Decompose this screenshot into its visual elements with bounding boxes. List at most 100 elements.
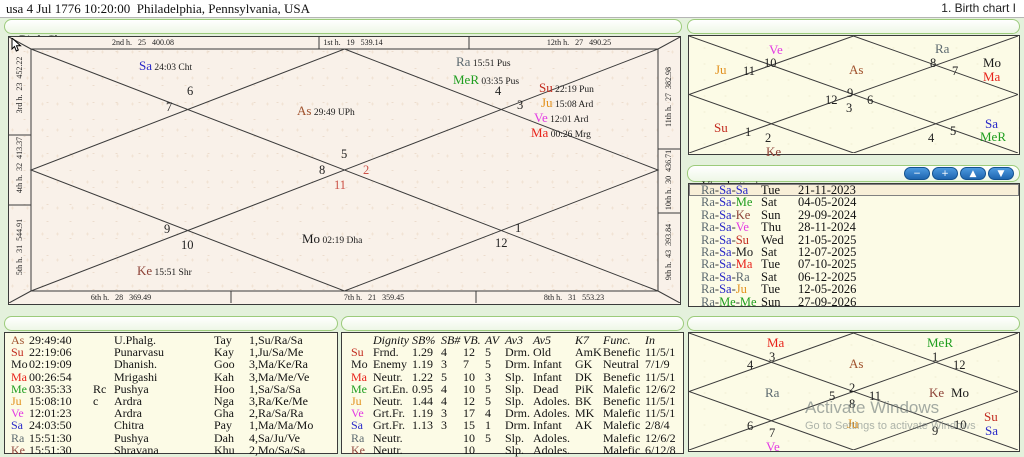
strength-cell: 3: [485, 369, 491, 384]
planet-abbr: Ra: [456, 54, 471, 69]
strength-cell: 6/12/8: [645, 442, 676, 457]
planet-cell: 3,Ma/Ke/Ra: [249, 357, 308, 372]
planet-cell: Pay: [214, 418, 232, 433]
planet-cell: Mo: [11, 357, 28, 372]
planet-row: Ra 15:51:30 Pushya Dah 4,Sa/Ju/Ve: [5, 431, 337, 443]
dasha-row[interactable]: Ra-Me-Me Sun 27-09-2026: [689, 294, 1019, 309]
house-number: 12: [953, 358, 966, 372]
strength-cell: 5: [485, 357, 491, 372]
house-number: 7: [769, 426, 776, 440]
planet-cell: 3,Ma/Me/Ve: [249, 369, 310, 384]
edge-label-top: 12th h. 27 490.25: [546, 38, 612, 47]
strength-cell: Neutr.: [373, 369, 403, 384]
planet-abbr: Ke: [137, 263, 153, 278]
vimshottari-dasha-list[interactable]: Ra-Sa-Sa Tue 21-11-2023 Ra-Sa-Me Sat 04-05-20…: [688, 183, 1020, 309]
planet-label-ma: Ma: [767, 336, 784, 349]
planet-abbr: As: [297, 103, 312, 118]
planet-label-ke: Ke: [766, 145, 781, 158]
edge-label-top: 2nd h. 25 400.08: [112, 38, 174, 47]
house-number: 9: [847, 86, 854, 100]
dasha-lord: Me: [719, 294, 736, 309]
edge-label-left: 4th h. 32 413.37: [15, 136, 24, 194]
mouse-cursor-icon: [11, 38, 22, 52]
edge-label-bottom: 6th h. 28 369.49: [90, 293, 152, 302]
strength-cell: AK: [575, 418, 593, 433]
strength-cell: Slp.: [505, 430, 525, 445]
expand-button[interactable]: +: [932, 167, 958, 180]
dasha-weekday: Tue: [761, 282, 780, 297]
strength-cell: 10: [463, 442, 475, 457]
d10-dashamsha-diagram[interactable]: Ma As MeR Ra Ke Mo Ju Ve Su Sa 3 4 1 12 5 2 11 8 6 7 9 10: [688, 332, 1020, 453]
strength-cell: Ra: [351, 430, 365, 445]
planet-label-mo: Mo: [983, 56, 1001, 69]
planet-degree: 24:03 Cht: [152, 63, 193, 73]
planet-abbr: Ma: [983, 69, 1001, 84]
planet-cell: Ma: [11, 369, 27, 384]
planet-abbr: Ma: [531, 125, 549, 140]
strength-cell: 3: [441, 418, 447, 433]
planet-degree: 15:51 Shr: [152, 268, 192, 278]
tab-vimshottari[interactable]: Vimshottari −+▲▼: [687, 165, 1020, 192]
title-bar: usa 4 Jul 1776 10:20:00 Philadelphia, Pe…: [0, 0, 1024, 18]
planet-abbr: Ju: [541, 95, 553, 110]
down-button[interactable]: ▼: [988, 167, 1014, 180]
collapse-button[interactable]: −: [904, 167, 930, 180]
house-number: 1: [745, 125, 752, 139]
strength-cell: 12/6/2: [645, 430, 676, 445]
tab-birth-chart[interactable]: Birth Chart: [4, 19, 682, 46]
house-number: 4: [928, 131, 935, 145]
edge-label-right: 10th h. 30 436.71: [664, 149, 673, 211]
planet-label-mer: MeR: [980, 130, 1006, 143]
planet-label-ra: Ra 15:51 Pus: [456, 55, 511, 71]
house-number: 3: [769, 350, 776, 364]
tab-d10-dashamsha[interactable]: D10 Dashamsha (great successes): [687, 316, 1020, 343]
planet-cell: 1,Ma/Ma/Mo: [249, 418, 314, 433]
tab-planet-strengths[interactable]: Birth Chart: [341, 316, 684, 343]
planet-label-sa: Sa 24:03 Cht: [139, 59, 192, 75]
house-number: 3: [517, 98, 524, 112]
strength-cell: 7: [463, 357, 469, 372]
planet-cell: 02:19:09: [29, 357, 72, 372]
strength-cell: Drm.: [505, 418, 530, 433]
planet-abbr: MeR: [927, 335, 953, 350]
planet-cell: Goo: [214, 357, 235, 372]
planet-cell: Dhanish.: [114, 357, 157, 372]
house-number: 4: [495, 84, 502, 98]
planet-cell: Mrigashi: [114, 369, 158, 384]
d9-navamsha-diagram[interactable]: Ve Ju As Ra Mo Ma Su Ke Sa MeR 10 11 8 7 9 12 6 3 1 2 4 5: [688, 35, 1020, 158]
strength-cell: 15: [463, 418, 475, 433]
planet-label-ke: Ke 15:51 Shr: [137, 264, 192, 280]
strength-cell: Malefic: [603, 430, 641, 445]
planet-degree: 02:19 Dha: [320, 236, 363, 246]
house-number: 6: [747, 419, 754, 433]
planet-abbr: Ma: [767, 335, 785, 350]
house-number: 3: [846, 101, 853, 115]
planet-cell: 15:51:30: [29, 442, 72, 457]
planet-cell: 24:03:50: [29, 418, 72, 433]
planet-positions-table: As 29:49:40 U.Phalg. Tay 1,Su/Ra/Sa Su 22:19:0…: [4, 332, 338, 457]
planet-cell: c: [93, 393, 99, 408]
house-number: 12: [495, 236, 508, 250]
dasha-weekday: Sat: [761, 195, 777, 210]
planet-cell: Sa: [11, 418, 23, 433]
birth-chart-diagram[interactable]: 2nd h. 25 400.08 1st h. 19 539.14 12th h. …: [8, 36, 681, 305]
edge-label-left: 5th h. 31 544.91: [15, 218, 24, 276]
strength-cell: Neutr.: [373, 430, 403, 445]
house-number: 2: [363, 163, 370, 177]
up-button[interactable]: ▲: [960, 167, 986, 180]
chart-data-title: usa 4 Jul 1776 10:20:00 Philadelphia, Pe…: [6, 1, 311, 16]
dasha-lord: Ra: [701, 294, 715, 309]
planet-label-ma: Ma 00:26 Mrg: [531, 126, 591, 142]
dasha-period: Ra-Me-Me: [701, 294, 761, 309]
strength-cell: Sa: [351, 418, 363, 433]
house-number: 10: [181, 238, 194, 252]
planet-label-ra: Ra: [935, 42, 949, 55]
strength-cell: Grt.Fr.: [373, 418, 406, 433]
house-number: 11: [334, 178, 347, 192]
tab-d9-navamsha[interactable]: D9 Navamsha (spouse): [687, 19, 1020, 46]
tab-planet-positions[interactable]: Birth Chart: [4, 316, 338, 343]
planet-label-as: As: [849, 63, 863, 76]
strength-cell: Infant: [533, 418, 562, 433]
strength-row: Ma Neutr. 1.22 5 10 3 Slp. Infant DK Benefic 11/5/…: [342, 369, 683, 384]
planet-abbr: Sa: [139, 58, 152, 73]
